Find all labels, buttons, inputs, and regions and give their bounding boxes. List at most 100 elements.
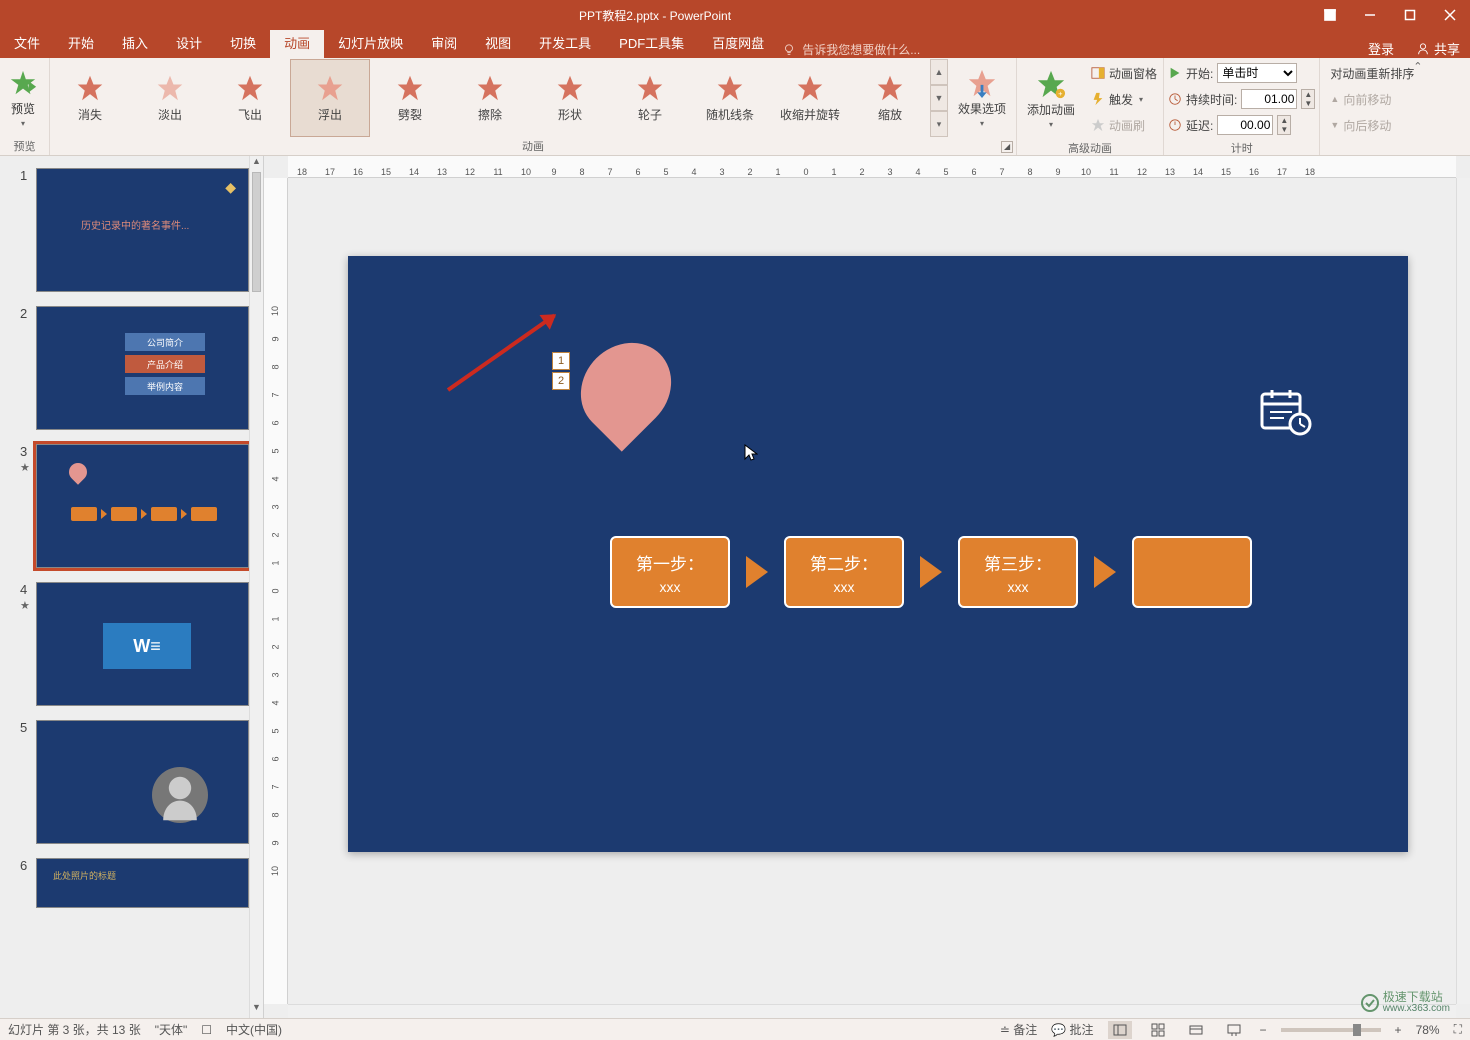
tab-transitions[interactable]: 切换 bbox=[216, 30, 270, 58]
zoom-out-button[interactable]: − bbox=[1260, 1023, 1267, 1037]
watermark: 极速下载站www.x363.com bbox=[1361, 992, 1450, 1014]
duration-spinner[interactable]: ▲▼ bbox=[1301, 89, 1315, 109]
preview-button[interactable]: 预览 ▾ bbox=[0, 58, 46, 138]
start-select[interactable]: 单击时 bbox=[1217, 63, 1297, 83]
thumbnails-scrollbar[interactable]: ▲ ▼ bbox=[249, 156, 263, 1018]
animation-painter-button[interactable]: 动画刷 bbox=[1085, 112, 1163, 138]
add-animation-button[interactable]: + 添加动画▾ bbox=[1017, 59, 1085, 139]
animation-gallery[interactable]: 消失 淡出 飞出 浮出 劈裂 擦除 形状 轮子 随机线条 收缩并旋转 缩放 ▲ … bbox=[50, 59, 948, 137]
close-button[interactable] bbox=[1430, 0, 1470, 30]
slide-thumbnail-5[interactable]: 5 bbox=[20, 720, 249, 844]
delay-icon bbox=[1168, 118, 1182, 132]
effect-options-button[interactable]: 效果选项▾ bbox=[948, 58, 1016, 138]
zoom-handle[interactable] bbox=[1353, 1024, 1361, 1036]
calendar-clock-icon[interactable] bbox=[1258, 386, 1312, 436]
horizontal-ruler[interactable]: 1817161514131211109876543210123456789101… bbox=[288, 156, 1456, 178]
animation-launcher[interactable]: ◢ bbox=[1001, 141, 1013, 153]
anim-fade[interactable]: 淡出 bbox=[130, 59, 210, 137]
status-bar: 幻灯片 第 3 张，共 13 张 "天体" ☐ 中文(中国) ≐ 备注 💬 批注… bbox=[0, 1018, 1470, 1040]
minimize-button[interactable] bbox=[1350, 0, 1390, 30]
spellcheck-icon[interactable]: ☐ bbox=[201, 1023, 212, 1037]
flowchart[interactable]: 第一步：xxx 第二步：xxx 第三步：xxx bbox=[610, 536, 1252, 608]
scroll-down-button[interactable]: ▼ bbox=[250, 1002, 263, 1018]
move-earlier-button[interactable]: ▲向前移动 bbox=[1324, 86, 1420, 112]
slide-thumbnail-6[interactable]: 6 此处照片的标题 bbox=[20, 858, 249, 908]
slide-thumbnail-2[interactable]: 2 公司简介产品介绍举例内容 bbox=[20, 306, 249, 430]
scrollbar-thumb[interactable] bbox=[252, 172, 261, 292]
fit-to-window-button[interactable]: ⛶ bbox=[1454, 1022, 1462, 1037]
step-1-box[interactable]: 第一步：xxx bbox=[610, 536, 730, 608]
sorter-view-button[interactable] bbox=[1146, 1021, 1170, 1039]
anim-flyout[interactable]: 飞出 bbox=[210, 59, 290, 137]
tell-me-placeholder: 告诉我您想要做什么... bbox=[802, 41, 920, 58]
red-arrow-annotation bbox=[447, 314, 556, 392]
delay-spinner[interactable]: ▲▼ bbox=[1277, 115, 1291, 135]
gallery-expand[interactable]: ▾ bbox=[930, 111, 948, 137]
tab-slideshow[interactable]: 幻灯片放映 bbox=[324, 30, 417, 58]
group-label-advanced: 高级动画 bbox=[1017, 140, 1163, 156]
animation-tag-2[interactable]: 2 bbox=[552, 372, 570, 390]
tab-animations[interactable]: 动画 bbox=[270, 30, 324, 58]
zoom-in-button[interactable]: + bbox=[1395, 1023, 1402, 1037]
tab-developer[interactable]: 开发工具 bbox=[525, 30, 605, 58]
maximize-button[interactable] bbox=[1390, 0, 1430, 30]
sign-in-button[interactable]: 登录 bbox=[1356, 39, 1406, 58]
zoom-percent[interactable]: 78% bbox=[1416, 1023, 1440, 1037]
svg-text:+: + bbox=[1058, 89, 1063, 98]
duration-input[interactable] bbox=[1241, 89, 1297, 109]
slide-canvas[interactable]: 1 2 第一步：xxx 第二步：xxx 第三步：xxx bbox=[348, 256, 1408, 852]
start-row: 开始: 单击时 bbox=[1164, 60, 1319, 86]
portrait-icon bbox=[152, 767, 208, 823]
duration-label: 持续时间: bbox=[1186, 91, 1237, 108]
ribbon-tabs: 文件 开始 插入 设计 切换 动画 幻灯片放映 审阅 视图 开发工具 PDF工具… bbox=[0, 30, 1470, 58]
slide-thumbnail-4[interactable]: 4★ W≡ bbox=[20, 582, 249, 706]
animation-pane-button[interactable]: 动画窗格 bbox=[1085, 60, 1163, 86]
tell-me-search[interactable]: 告诉我您想要做什么... bbox=[782, 41, 920, 58]
animation-tag-1[interactable]: 1 bbox=[552, 352, 570, 370]
scroll-up-button[interactable]: ▲ bbox=[250, 156, 263, 172]
reading-view-button[interactable] bbox=[1184, 1021, 1208, 1039]
share-button[interactable]: 共享 bbox=[1406, 39, 1470, 58]
anim-zoom[interactable]: 缩放 bbox=[850, 59, 930, 137]
vertical-ruler[interactable]: 10987654321012345678910 bbox=[264, 178, 288, 1004]
tab-design[interactable]: 设计 bbox=[162, 30, 216, 58]
tab-home[interactable]: 开始 bbox=[54, 30, 108, 58]
collapse-ribbon-icon[interactable]: ⌃ bbox=[1413, 60, 1422, 73]
gallery-scroll-down[interactable]: ▼ bbox=[930, 85, 948, 111]
teardrop-shape[interactable] bbox=[562, 324, 689, 451]
editor-vscrollbar[interactable] bbox=[1456, 178, 1470, 1004]
step-3-box[interactable]: 第三步：xxx bbox=[958, 536, 1078, 608]
tab-insert[interactable]: 插入 bbox=[108, 30, 162, 58]
animation-painter-icon bbox=[1091, 118, 1105, 132]
slideshow-view-button[interactable] bbox=[1222, 1021, 1246, 1039]
tab-file[interactable]: 文件 bbox=[0, 30, 54, 58]
ribbon-display-options-icon[interactable] bbox=[1310, 0, 1350, 30]
anim-shape[interactable]: 形状 bbox=[530, 59, 610, 137]
work-area: 1 ◆历史记录中的著名事件... 2 公司简介产品介绍举例内容 3★ 4★ W≡… bbox=[0, 156, 1470, 1018]
step-4-box[interactable] bbox=[1132, 536, 1252, 608]
anim-split[interactable]: 劈裂 bbox=[370, 59, 450, 137]
comments-button[interactable]: 💬 批注 bbox=[1051, 1021, 1093, 1038]
step-2-box[interactable]: 第二步：xxx bbox=[784, 536, 904, 608]
anim-shrinkturn[interactable]: 收缩并旋转 bbox=[770, 59, 850, 137]
language-info[interactable]: 中文(中国) bbox=[226, 1021, 282, 1038]
tab-view[interactable]: 视图 bbox=[471, 30, 525, 58]
editor-hscrollbar[interactable] bbox=[288, 1004, 1456, 1018]
zoom-slider[interactable] bbox=[1281, 1028, 1381, 1032]
anim-randombars[interactable]: 随机线条 bbox=[690, 59, 770, 137]
tab-pdf-tools[interactable]: PDF工具集 bbox=[605, 30, 698, 58]
trigger-button[interactable]: 触发▾ bbox=[1085, 86, 1163, 112]
normal-view-button[interactable] bbox=[1108, 1021, 1132, 1039]
delay-input[interactable] bbox=[1217, 115, 1273, 135]
gallery-scroll-up[interactable]: ▲ bbox=[930, 59, 948, 85]
slide-thumbnail-1[interactable]: 1 ◆历史记录中的著名事件... bbox=[20, 168, 249, 292]
tab-review[interactable]: 审阅 bbox=[417, 30, 471, 58]
anim-disappear[interactable]: 消失 bbox=[50, 59, 130, 137]
slide-thumbnail-3[interactable]: 3★ bbox=[20, 444, 249, 568]
anim-wheel[interactable]: 轮子 bbox=[610, 59, 690, 137]
move-later-button[interactable]: ▼向后移动 bbox=[1324, 112, 1420, 138]
notes-button[interactable]: ≐ 备注 bbox=[1000, 1021, 1037, 1038]
anim-floatout[interactable]: 浮出 bbox=[290, 59, 370, 137]
tab-baidu-netdisk[interactable]: 百度网盘 bbox=[698, 30, 778, 58]
anim-wipe[interactable]: 擦除 bbox=[450, 59, 530, 137]
